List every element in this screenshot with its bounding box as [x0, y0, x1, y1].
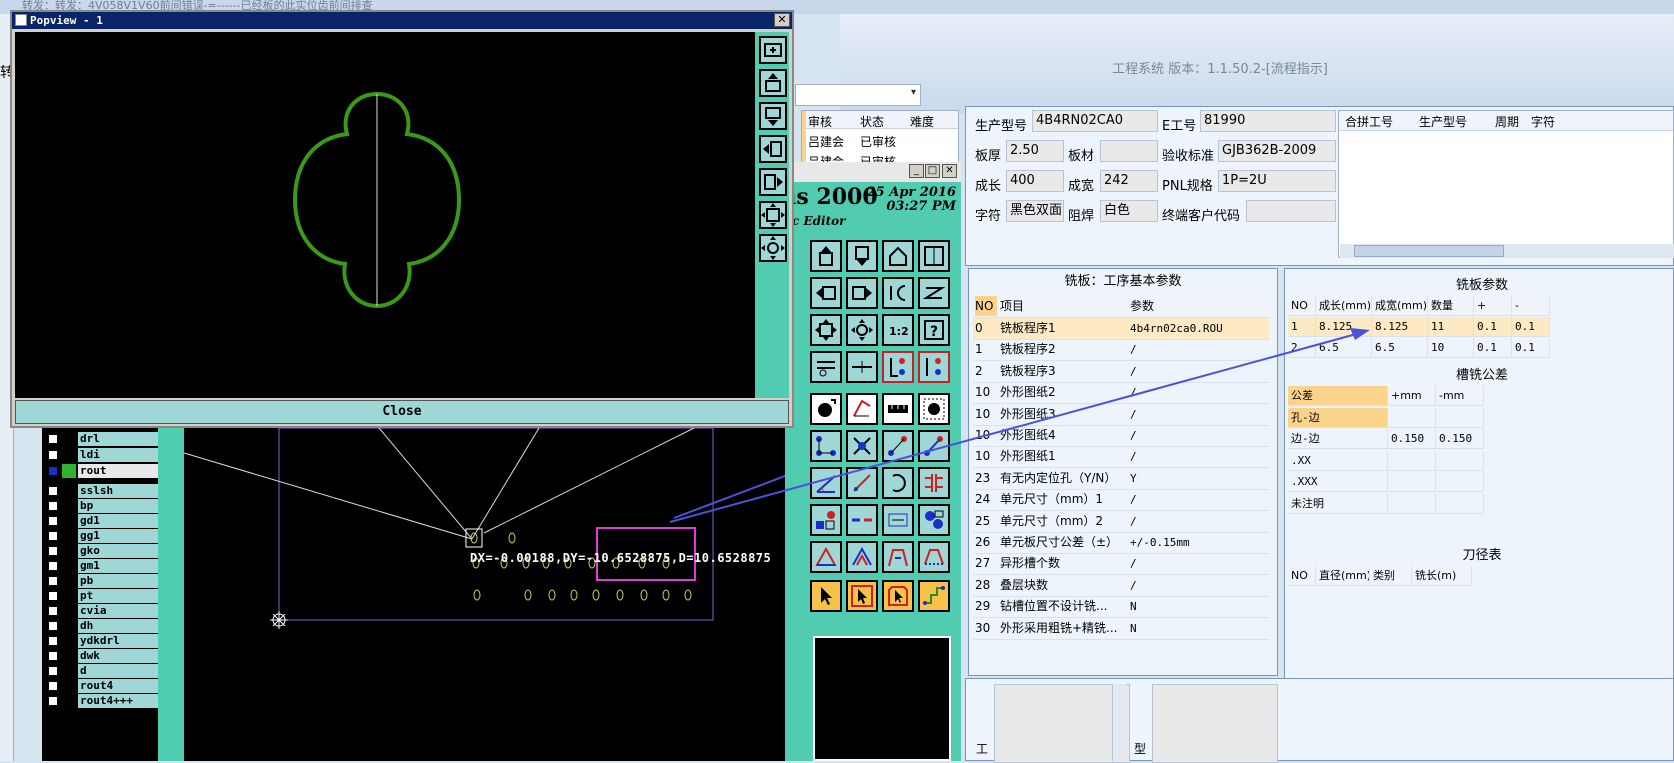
arrowhead-icon — [1350, 328, 1370, 340]
annotation-arrow — [669, 332, 1361, 523]
annotation-overlay — [669, 328, 1370, 523]
